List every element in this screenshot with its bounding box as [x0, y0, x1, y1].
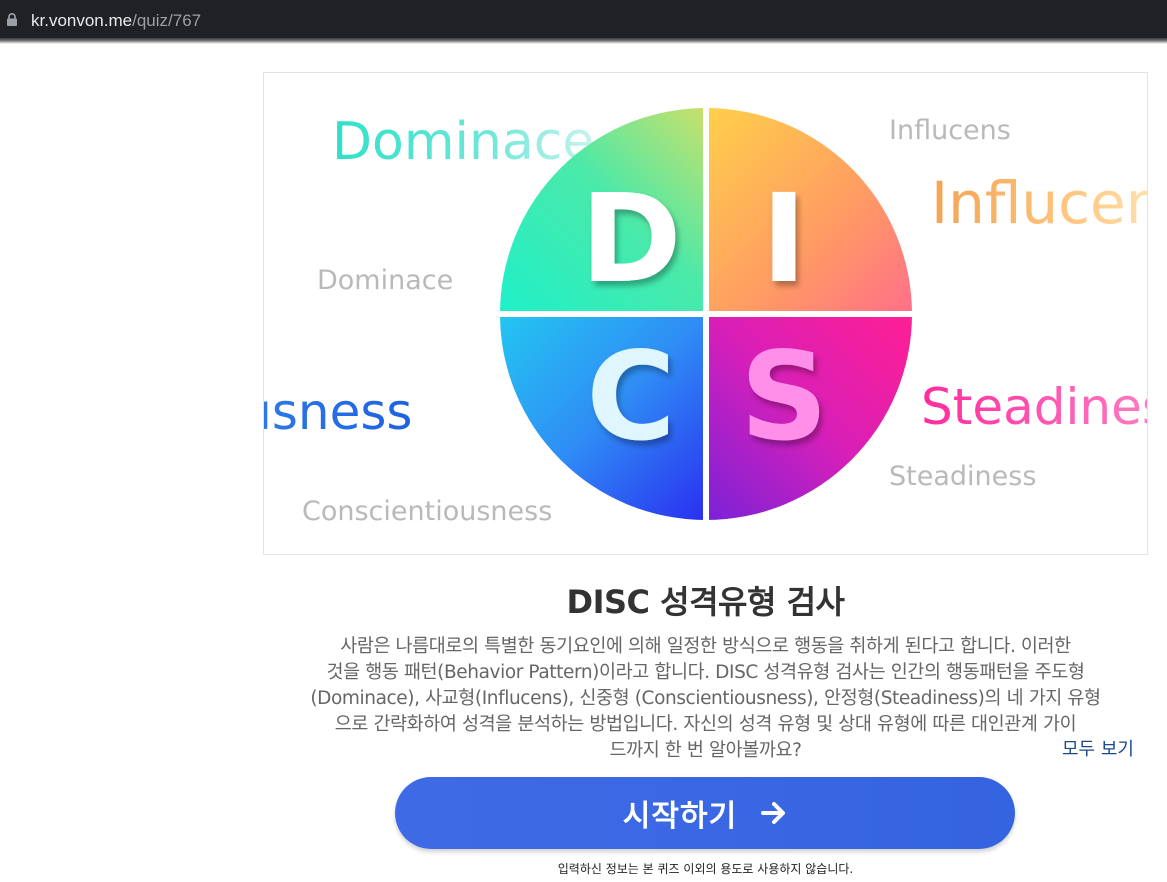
url-path: /quiz/767 — [132, 11, 201, 30]
disc-illustration: Dominace Dominace Influcens Influcens Co… — [264, 73, 1148, 555]
lock-icon — [6, 13, 18, 26]
word-influcens-small: Influcens — [889, 115, 1011, 146]
quiz-description: 사람은 나름대로의 특별한 동기요인에 의해 일정한 방식으로 행동을 취하게 … — [263, 634, 1148, 764]
letter-i: I — [761, 168, 806, 310]
privacy-notice: 입력하신 정보는 본 퀴즈 이외의 용도로 사용하지 않습니다. — [263, 860, 1148, 877]
letter-c: C — [586, 326, 676, 468]
description-line: 으로 간략화하여 성격을 분석하는 방법입니다. 자신의 성격 유형 및 상대 … — [263, 712, 1148, 738]
word-steadiness-small: Steadiness — [889, 461, 1036, 492]
word-steadiness-large: Steadiness — [921, 378, 1148, 436]
word-conscientiousness-small: Conscientiousness — [302, 496, 552, 527]
description-line: 것을 행동 패턴(Behavior Pattern)이라고 합니다. DISC … — [263, 660, 1148, 686]
description-line: 드까지 한 번 알아볼까요? — [263, 738, 1148, 764]
letter-d: D — [580, 168, 681, 310]
word-influcens-large: Influcens — [931, 169, 1148, 237]
toolbar-divider — [0, 38, 1167, 44]
word-conscientiousness-large: Conscientiousness — [264, 383, 412, 441]
start-quiz-button[interactable]: 시작하기 — [395, 777, 1015, 849]
address-bar[interactable]: kr.vonvon.me/quiz/767 — [0, 4, 1167, 34]
word-dominace-small: Dominace — [317, 265, 453, 296]
show-all-link[interactable]: 모두 보기 — [1062, 735, 1134, 761]
description-line: (Dominace), 사교형(Influcens), 신중형 (Conscie… — [263, 686, 1148, 712]
start-button-label: 시작하기 — [623, 791, 737, 835]
quiz-title: DISC 성격유형 검사 — [263, 577, 1148, 623]
quadrant-i — [706, 108, 912, 314]
description-line: 사람은 나름대로의 특별한 동기요인에 의해 일정한 방식으로 행동을 취하게 … — [263, 634, 1148, 660]
quiz-hero-image: Dominace Dominace Influcens Influcens Co… — [263, 72, 1148, 555]
arrow-right-icon — [761, 801, 787, 825]
letter-s: S — [740, 326, 828, 468]
url-text[interactable]: kr.vonvon.me/quiz/767 — [31, 11, 201, 31]
url-host: kr.vonvon.me — [31, 11, 132, 30]
word-dominace-large: Dominace — [332, 112, 594, 172]
